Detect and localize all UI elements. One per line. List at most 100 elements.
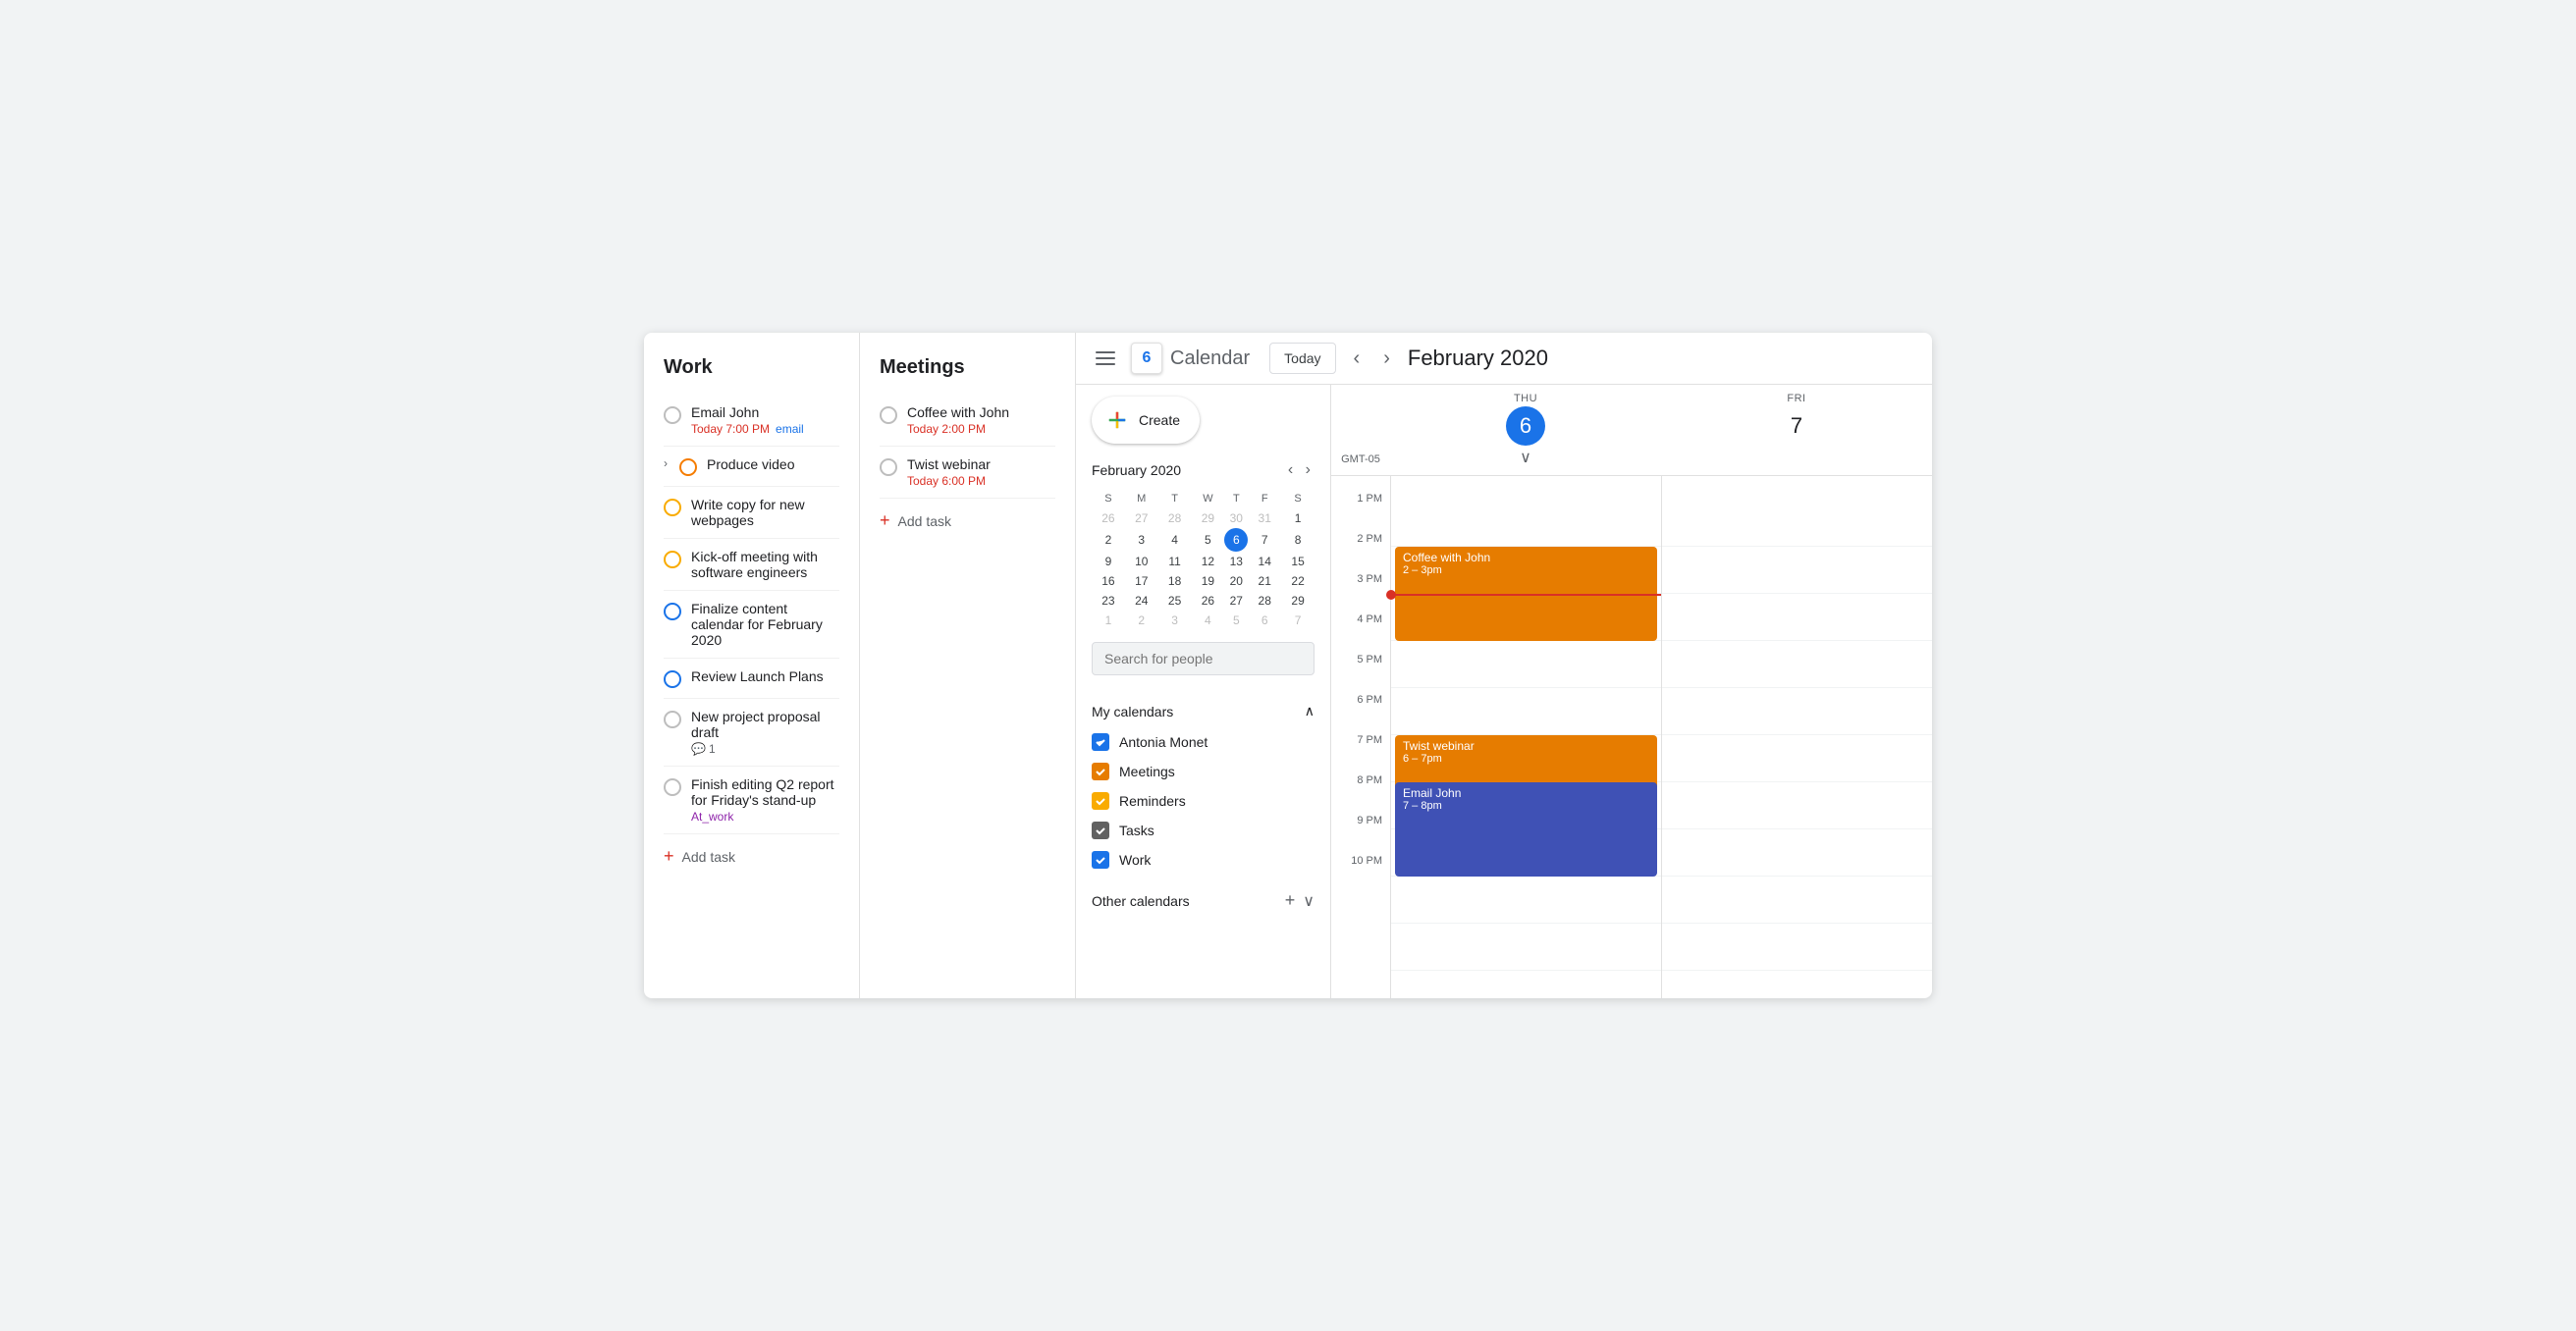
mini-cal-day[interactable]: 31 [1248,508,1281,528]
task-checkbox-finish-editing[interactable] [664,778,681,796]
mini-cal-day[interactable]: 21 [1248,571,1281,591]
fri-8pm-slot[interactable] [1662,829,1932,877]
mini-cal-day-today[interactable]: 6 [1224,528,1248,552]
mini-cal-day[interactable]: 5 [1191,528,1224,552]
mini-cal-day[interactable]: 28 [1248,591,1281,611]
mini-cal-day[interactable]: 11 [1158,552,1192,571]
calendar-item-meetings[interactable]: Meetings [1092,757,1315,786]
task-checkbox-coffee-john[interactable] [880,406,897,424]
mini-cal-day[interactable]: 16 [1092,571,1125,591]
mini-cal-day[interactable]: 14 [1248,552,1281,571]
task-checkbox-kickoff[interactable] [664,551,681,568]
thu-5pm-slot[interactable] [1391,688,1661,735]
mini-cal-day[interactable]: 25 [1158,591,1192,611]
task-checkbox-email-john[interactable] [664,406,681,424]
mini-cal-day[interactable]: 28 [1158,508,1192,528]
task-tag-email-john[interactable]: email [776,422,804,436]
mini-cal-next-btn[interactable]: › [1302,459,1315,481]
fri-3pm-slot[interactable] [1662,594,1932,641]
mini-cal-day[interactable]: 17 [1125,571,1158,591]
task-checkbox-write-copy[interactable] [664,499,681,516]
task-checkbox-twist-webinar[interactable] [880,458,897,476]
day-num-fri[interactable]: 7 [1777,406,1816,446]
thu-10pm-slot[interactable] [1391,924,1661,971]
day-num-thu[interactable]: 6 [1506,406,1545,446]
mini-cal-day[interactable]: 5 [1224,611,1248,630]
hamburger-menu-btn[interactable] [1092,347,1119,369]
thu-1pm-slot[interactable] [1391,500,1661,547]
mini-cal-day[interactable]: 2 [1125,611,1158,630]
fri-4pm-slot[interactable] [1662,641,1932,688]
fri-5pm-slot[interactable] [1662,688,1932,735]
mini-cal-day[interactable]: 15 [1281,552,1315,571]
other-cal-expand-icon[interactable]: ∨ [1303,891,1315,911]
mini-cal-day[interactable]: 7 [1281,611,1315,630]
meetings-add-task-btn[interactable]: + Add task [880,510,1055,531]
my-calendars-header[interactable]: My calendars ∧ [1092,695,1315,727]
event-email-john[interactable]: Email John 7 – 8pm [1395,782,1657,877]
mini-cal-day[interactable]: 3 [1125,528,1158,552]
thu-2pm-slot[interactable]: Coffee with John 2 – 3pm [1391,547,1661,594]
mini-cal-day[interactable]: 27 [1125,508,1158,528]
mini-cal-day[interactable]: 10 [1125,552,1158,571]
mini-cal-prev-btn[interactable]: ‹ [1284,459,1297,481]
other-calendars-header[interactable]: Other calendars + ∨ [1092,882,1315,919]
mini-cal-day[interactable]: 12 [1191,552,1224,571]
prev-month-button[interactable]: ‹ [1348,344,1367,374]
thu-4pm-slot[interactable] [1391,641,1661,688]
create-event-button[interactable]: Create [1092,397,1200,444]
search-people-input[interactable] [1092,642,1315,675]
mini-cal-day[interactable]: 24 [1125,591,1158,611]
mini-cal-day[interactable]: 23 [1092,591,1125,611]
expand-arrow-produce-video[interactable]: › [664,456,668,470]
today-button[interactable]: Today [1269,343,1335,374]
thu-7pm-slot[interactable]: Email John 7 – 8pm [1391,782,1661,829]
fri-9pm-slot[interactable] [1662,877,1932,924]
mini-cal-day[interactable]: 20 [1224,571,1248,591]
mini-cal-day[interactable]: 13 [1224,552,1248,571]
task-tag-finish-editing[interactable]: At_work [691,810,733,824]
mini-cal-day[interactable]: 1 [1092,611,1125,630]
task-checkbox-review-launch[interactable] [664,670,681,688]
friday-column [1661,476,1932,998]
mini-cal-day[interactable]: 30 [1224,508,1248,528]
mini-cal-nav-buttons: ‹ › [1284,459,1315,481]
fri-10pm-slot[interactable] [1662,924,1932,971]
mini-cal-day[interactable]: 7 [1248,528,1281,552]
mini-cal-day[interactable]: 27 [1224,591,1248,611]
calendar-item-work[interactable]: Work [1092,845,1315,875]
fri-6pm-slot[interactable] [1662,735,1932,782]
calendar-item-antonia[interactable]: Antonia Monet [1092,727,1315,757]
mini-cal-day[interactable]: 22 [1281,571,1315,591]
mini-cal-day[interactable]: 3 [1158,611,1192,630]
thu-6pm-slot[interactable]: Twist webinar 6 – 7pm [1391,735,1661,782]
task-checkbox-produce-video[interactable] [679,458,697,476]
mini-cal-day[interactable]: 8 [1281,528,1315,552]
mini-cal-day[interactable]: 18 [1158,571,1192,591]
mini-cal-day[interactable]: 4 [1191,611,1224,630]
fri-7pm-slot[interactable] [1662,782,1932,829]
mini-cal-day[interactable]: 19 [1191,571,1224,591]
thu-9pm-slot[interactable] [1391,877,1661,924]
task-checkbox-new-project[interactable] [664,711,681,728]
mini-cal-day[interactable]: 26 [1191,591,1224,611]
expand-thu-icon[interactable]: ∨ [1520,448,1531,467]
fri-1pm-slot[interactable] [1662,500,1932,547]
mini-cal-day[interactable]: 29 [1281,591,1315,611]
other-cal-add-icon[interactable]: + [1285,890,1296,911]
next-month-button[interactable]: › [1377,344,1396,374]
calendar-item-reminders[interactable]: Reminders [1092,786,1315,816]
fri-2pm-slot[interactable] [1662,547,1932,594]
mini-cal-day[interactable]: 29 [1191,508,1224,528]
mini-cal-day[interactable]: 6 [1248,611,1281,630]
task-item-finish-editing: Finish editing Q2 report for Friday's st… [664,767,839,834]
task-checkbox-finalize-content[interactable] [664,603,681,620]
mini-cal-day[interactable]: 9 [1092,552,1125,571]
work-add-task-btn[interactable]: + Add task [664,846,839,867]
calendar-item-tasks[interactable]: Tasks [1092,816,1315,845]
mini-cal-day[interactable]: 1 [1281,508,1315,528]
mini-cal-day[interactable]: 26 [1092,508,1125,528]
calendar-logo[interactable]: 6 Calendar [1131,343,1250,374]
mini-cal-day[interactable]: 2 [1092,528,1125,552]
mini-cal-day[interactable]: 4 [1158,528,1192,552]
